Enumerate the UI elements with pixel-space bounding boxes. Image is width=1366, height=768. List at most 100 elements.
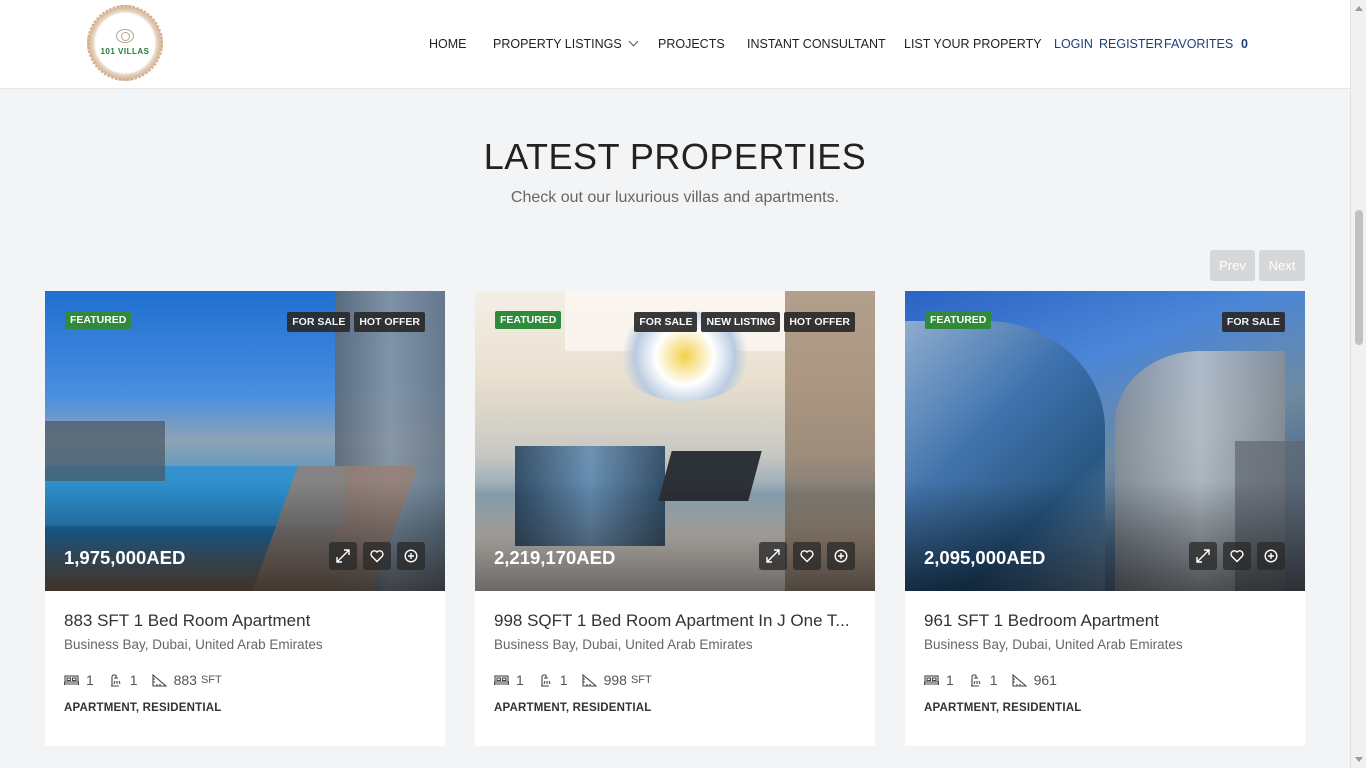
bed-icon	[64, 674, 79, 685]
expand-icon	[1196, 549, 1210, 563]
status-badges: FOR SALE HOT OFFER	[287, 312, 425, 332]
area-icon	[582, 673, 597, 687]
prev-button[interactable]: Prev	[1210, 250, 1255, 281]
property-price: 2,095,000AED	[924, 547, 1046, 568]
property-meta: 1 1 998 SFT	[494, 672, 666, 688]
area-icon	[152, 673, 167, 687]
bath-icon	[970, 673, 981, 687]
scroll-down-arrow-icon[interactable]	[1355, 757, 1363, 762]
favorite-button[interactable]	[1223, 542, 1251, 570]
card-actions	[329, 542, 425, 570]
favorites-link[interactable]: FAVORITES	[1164, 37, 1233, 51]
area-icon	[1012, 673, 1027, 687]
featured-badge: FEATURED	[65, 311, 132, 329]
favorite-button[interactable]	[793, 542, 821, 570]
section-title: LATEST PROPERTIES	[483, 136, 867, 177]
featured-badge: FEATURED	[495, 311, 562, 329]
heart-icon	[1230, 550, 1244, 563]
property-price: 1,975,000AED	[64, 547, 186, 568]
plus-circle-icon	[834, 549, 848, 563]
property-meta: 1 1 961	[924, 672, 1075, 688]
page-scrollbar[interactable]	[1350, 0, 1366, 768]
status-badge: FOR SALE	[287, 312, 351, 332]
bathrooms: 1	[108, 672, 138, 688]
area: 961	[1012, 672, 1061, 688]
status-badge: FOR SALE	[1221, 312, 1285, 332]
nav-list-your-property[interactable]: LIST YOUR PROPERTY	[904, 37, 1042, 51]
bathrooms: 1	[968, 672, 998, 688]
compare-button[interactable]	[397, 542, 425, 570]
bedrooms-count: 1	[946, 672, 954, 688]
scrollbar-thumb[interactable]	[1355, 210, 1363, 345]
bathrooms-count: 1	[129, 672, 138, 688]
nav-property-listings-label: PROPERTY LISTINGS	[493, 37, 622, 51]
section-subtitle: Check out our luxurious villas and apart…	[510, 189, 840, 206]
plus-circle-icon	[404, 549, 418, 563]
status-badge: FOR SALE	[634, 312, 698, 332]
nav-home[interactable]: HOME	[429, 37, 467, 51]
favorites-count[interactable]: 0	[1241, 37, 1248, 51]
area-value: 998	[603, 672, 627, 688]
compare-button[interactable]	[827, 542, 855, 570]
property-meta: 1 1 883 SFT	[64, 672, 236, 688]
area-unit: SFT	[200, 674, 222, 686]
bath-icon	[110, 673, 121, 687]
bedrooms: 1	[494, 672, 524, 688]
bedrooms-count: 1	[86, 672, 94, 688]
site-logo[interactable]: 101 VILLAS	[87, 5, 163, 81]
property-card[interactable]: FEATURED FOR SALE NEW LISTING HOT OFFER …	[475, 291, 875, 746]
bathrooms: 1	[538, 672, 568, 688]
status-badge: NEW LISTING	[701, 312, 781, 332]
status-badge: HOT OFFER	[354, 312, 425, 332]
area: 883 SFT	[152, 672, 222, 688]
featured-badge: FEATURED	[925, 311, 992, 329]
area-value: 883	[173, 672, 197, 688]
expand-button[interactable]	[1189, 542, 1217, 570]
area-value: 961	[1033, 672, 1057, 688]
property-categories[interactable]: APARTMENT, RESIDENTIAL	[494, 702, 652, 714]
expand-icon	[336, 549, 350, 563]
bed-icon	[494, 674, 509, 685]
property-address: Business Bay, Dubai, United Arab Emirate…	[64, 637, 323, 652]
bedrooms: 1	[924, 672, 954, 688]
property-price: 2,219,170AED	[494, 547, 616, 568]
heart-icon	[370, 550, 384, 563]
area: 998 SFT	[582, 672, 652, 688]
status-badges: FOR SALE NEW LISTING HOT OFFER	[634, 312, 855, 332]
scroll-up-arrow-icon[interactable]	[1355, 6, 1363, 11]
status-badges: FOR SALE	[1221, 312, 1285, 332]
property-title[interactable]: 998 SQFT 1 Bed Room Apartment In J One T…	[494, 611, 856, 631]
favorite-button[interactable]	[363, 542, 391, 570]
area-unit: SFT	[630, 674, 652, 686]
property-categories[interactable]: APARTMENT, RESIDENTIAL	[64, 702, 222, 714]
chevron-down-icon	[628, 36, 639, 47]
bathrooms-count: 1	[989, 672, 998, 688]
logo-text: 101 VILLAS	[100, 47, 150, 56]
site-header: 101 VILLAS HOME PROPERTY LISTINGS PROJEC…	[0, 0, 1350, 89]
compare-button[interactable]	[1257, 542, 1285, 570]
heart-icon	[800, 550, 814, 563]
property-address: Business Bay, Dubai, United Arab Emirate…	[494, 637, 753, 652]
property-card[interactable]: FEATURED FOR SALE 2,095,000AED 961 SFT 1…	[905, 291, 1305, 746]
next-button[interactable]: Next	[1259, 250, 1305, 281]
card-actions	[759, 542, 855, 570]
property-address: Business Bay, Dubai, United Arab Emirate…	[924, 637, 1183, 652]
nav-instant-consultant[interactable]: INSTANT CONSULTANT	[747, 37, 886, 51]
bath-icon	[540, 673, 551, 687]
bedrooms-count: 1	[516, 672, 524, 688]
property-title[interactable]: 961 SFT 1 Bedroom Apartment	[924, 611, 1286, 631]
bed-icon	[924, 674, 939, 685]
property-categories[interactable]: APARTMENT, RESIDENTIAL	[924, 702, 1082, 714]
login-link[interactable]: LOGIN	[1054, 37, 1093, 51]
register-link[interactable]: REGISTER	[1099, 37, 1163, 51]
nav-property-listings[interactable]: PROPERTY LISTINGS	[493, 36, 639, 51]
expand-button[interactable]	[329, 542, 357, 570]
logo-mark-icon	[116, 29, 134, 43]
expand-button[interactable]	[759, 542, 787, 570]
card-actions	[1189, 542, 1285, 570]
property-title[interactable]: 883 SFT 1 Bed Room Apartment	[64, 611, 426, 631]
plus-circle-icon	[1264, 549, 1278, 563]
property-card[interactable]: FEATURED FOR SALE HOT OFFER 1,975,000AED…	[45, 291, 445, 746]
nav-projects[interactable]: PROJECTS	[658, 37, 725, 51]
bathrooms-count: 1	[559, 672, 568, 688]
